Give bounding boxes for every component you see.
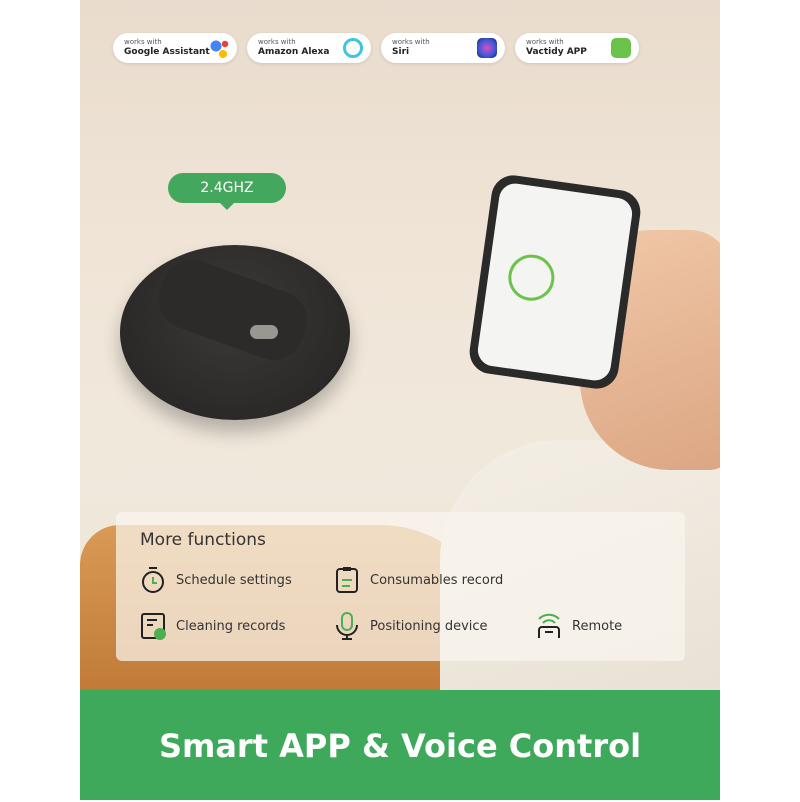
- badge-google-assistant: works with Google Assistant: [113, 33, 237, 63]
- function-label: Remote: [572, 618, 623, 634]
- function-label: Cleaning records: [176, 618, 286, 634]
- headline-banner: Smart APP & Voice Control: [80, 690, 720, 800]
- remote-icon: [538, 613, 560, 638]
- badge-siri: works with Siri: [381, 33, 505, 63]
- function-label: Positioning device: [370, 618, 488, 634]
- badge-vactidy-app: works with Vactidy APP: [515, 33, 639, 63]
- record-clock-icon: [141, 613, 166, 640]
- product-scene: works with Google Assistant works with Ama…: [80, 0, 720, 690]
- function-consumables-record: Consumables record: [334, 566, 503, 594]
- timer-icon: [142, 567, 164, 593]
- smartphone: [466, 172, 644, 392]
- panel-title: More functions: [140, 530, 266, 550]
- google-assistant-icon: [209, 38, 229, 58]
- app-screen: [475, 181, 635, 383]
- badge-amazon-alexa: works with Amazon Alexa: [247, 33, 371, 63]
- wifi-band-callout: 2.4GHZ: [168, 173, 286, 210]
- function-positioning-device: Positioning device: [334, 612, 488, 640]
- function-label: Consumables record: [370, 572, 504, 588]
- vactidy-app-icon: [611, 38, 631, 58]
- alexa-icon: [343, 38, 363, 58]
- clipboard-icon: [336, 567, 358, 593]
- siri-icon: [477, 38, 497, 58]
- function-schedule-settings: Schedule settings: [140, 566, 292, 594]
- more-functions-panel: More functions Schedule settings Consuma…: [116, 512, 685, 661]
- function-remote: Remote: [536, 612, 622, 640]
- function-label: Schedule settings: [176, 572, 292, 588]
- robot-vacuum: [120, 245, 350, 420]
- microphone-icon: [336, 612, 358, 640]
- compatibility-badges: works with Google Assistant works with Ama…: [113, 33, 639, 63]
- function-cleaning-records: Cleaning records: [140, 612, 285, 640]
